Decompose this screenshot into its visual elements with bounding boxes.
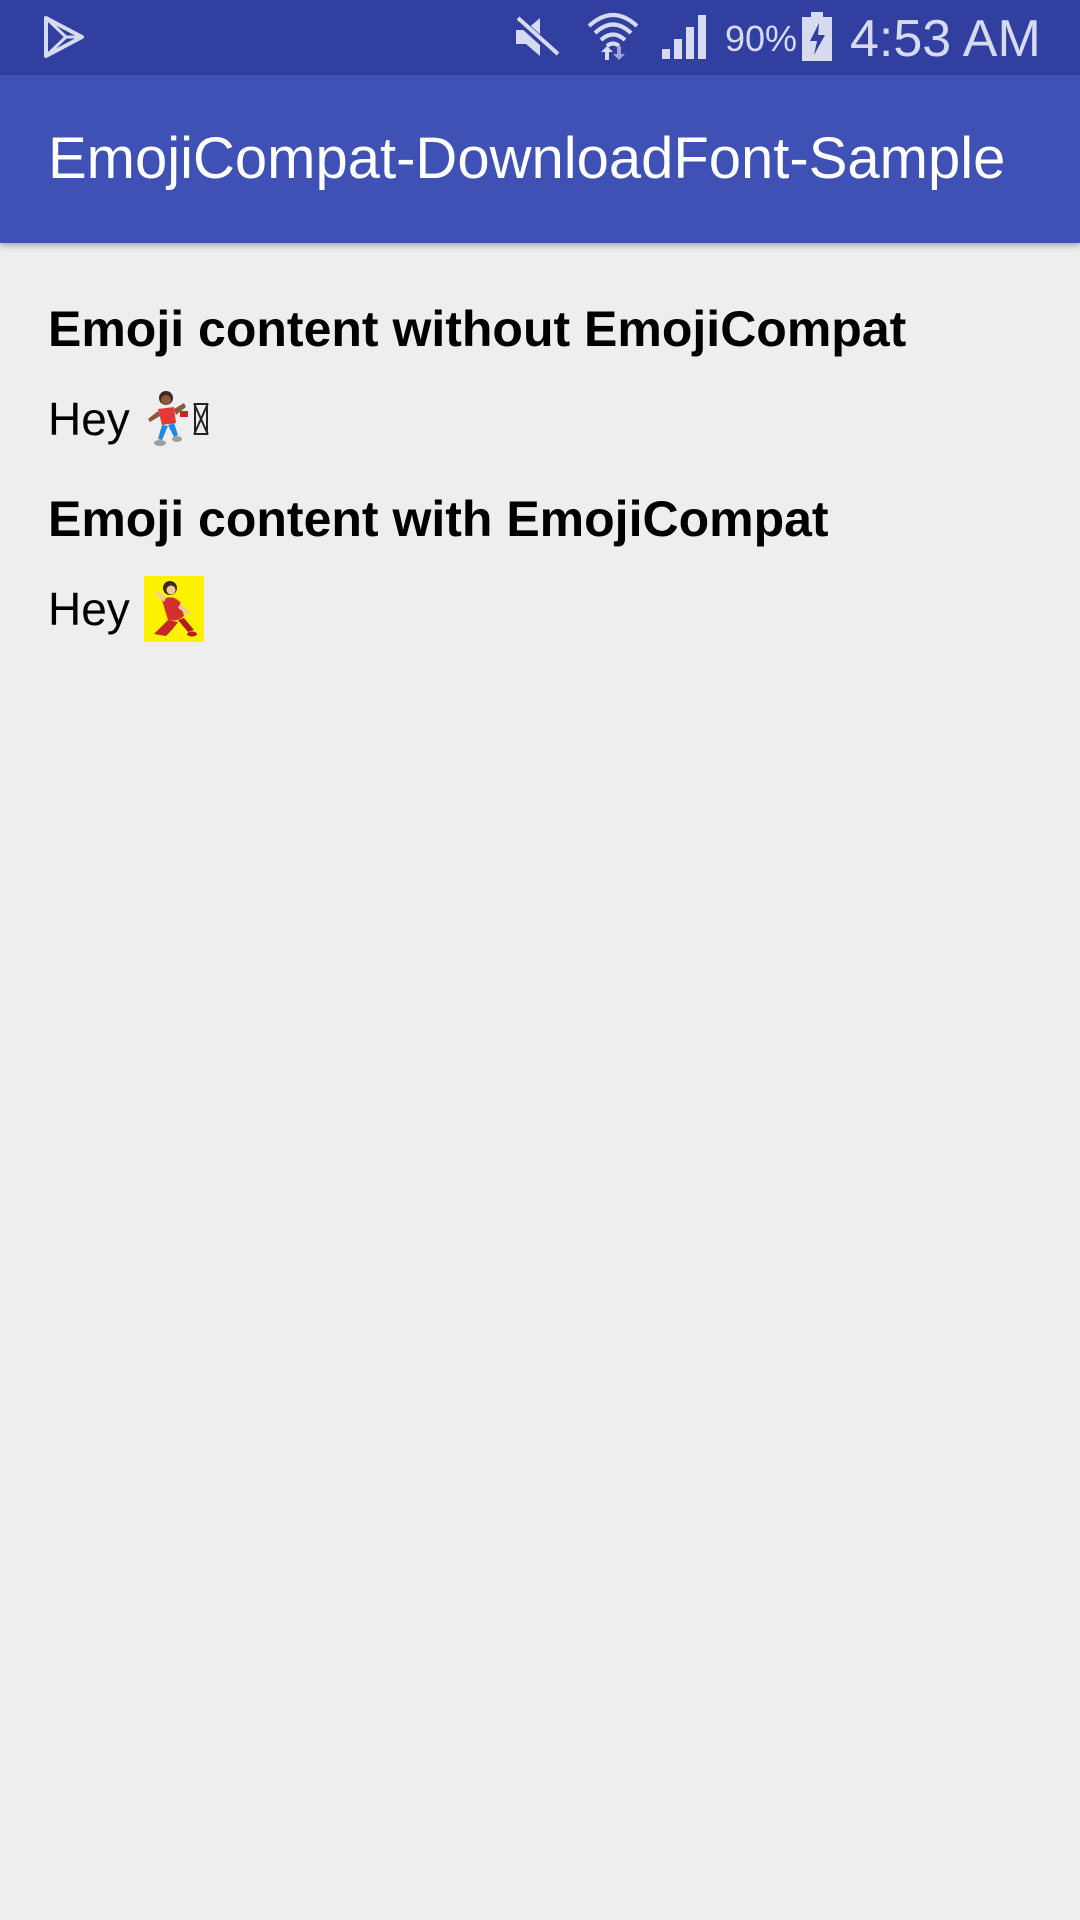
- sample-with-emojicompat: Hey: [48, 573, 1032, 645]
- signal-icon: [662, 15, 706, 59]
- mute-icon: [513, 15, 561, 59]
- app-bar: EmojiCompat-DownloadFont-Sample: [0, 75, 1080, 243]
- play-store-icon: [44, 16, 84, 58]
- dancer-emoji-native: [147, 391, 188, 446]
- screen: 90% 4:53 AM EmojiCompat-DownloadFont-Sam…: [0, 0, 1080, 1920]
- status-bar: 90% 4:53 AM: [0, 0, 1080, 75]
- missing-glyph-icon: [193, 403, 208, 435]
- clock: 4:53 AM: [850, 10, 1041, 68]
- wifi-icon: [587, 13, 639, 60]
- battery-charging-icon: [802, 12, 832, 61]
- heading-with-emojicompat: Emoji content with EmojiCompat: [48, 491, 829, 547]
- app-title: EmojiCompat-DownloadFont-Sample: [48, 126, 1006, 191]
- content: Emoji content without EmojiCompat Hey Em…: [48, 243, 1032, 645]
- sample-text: Hey: [48, 583, 130, 635]
- sample-without-emojicompat: Hey: [48, 383, 1032, 455]
- heading-without-emojicompat: Emoji content without EmojiCompat: [48, 301, 907, 357]
- sample-text: Hey: [48, 393, 130, 445]
- battery-percent: 90%: [725, 18, 798, 59]
- dancer-emoji-compat: [143, 576, 204, 642]
